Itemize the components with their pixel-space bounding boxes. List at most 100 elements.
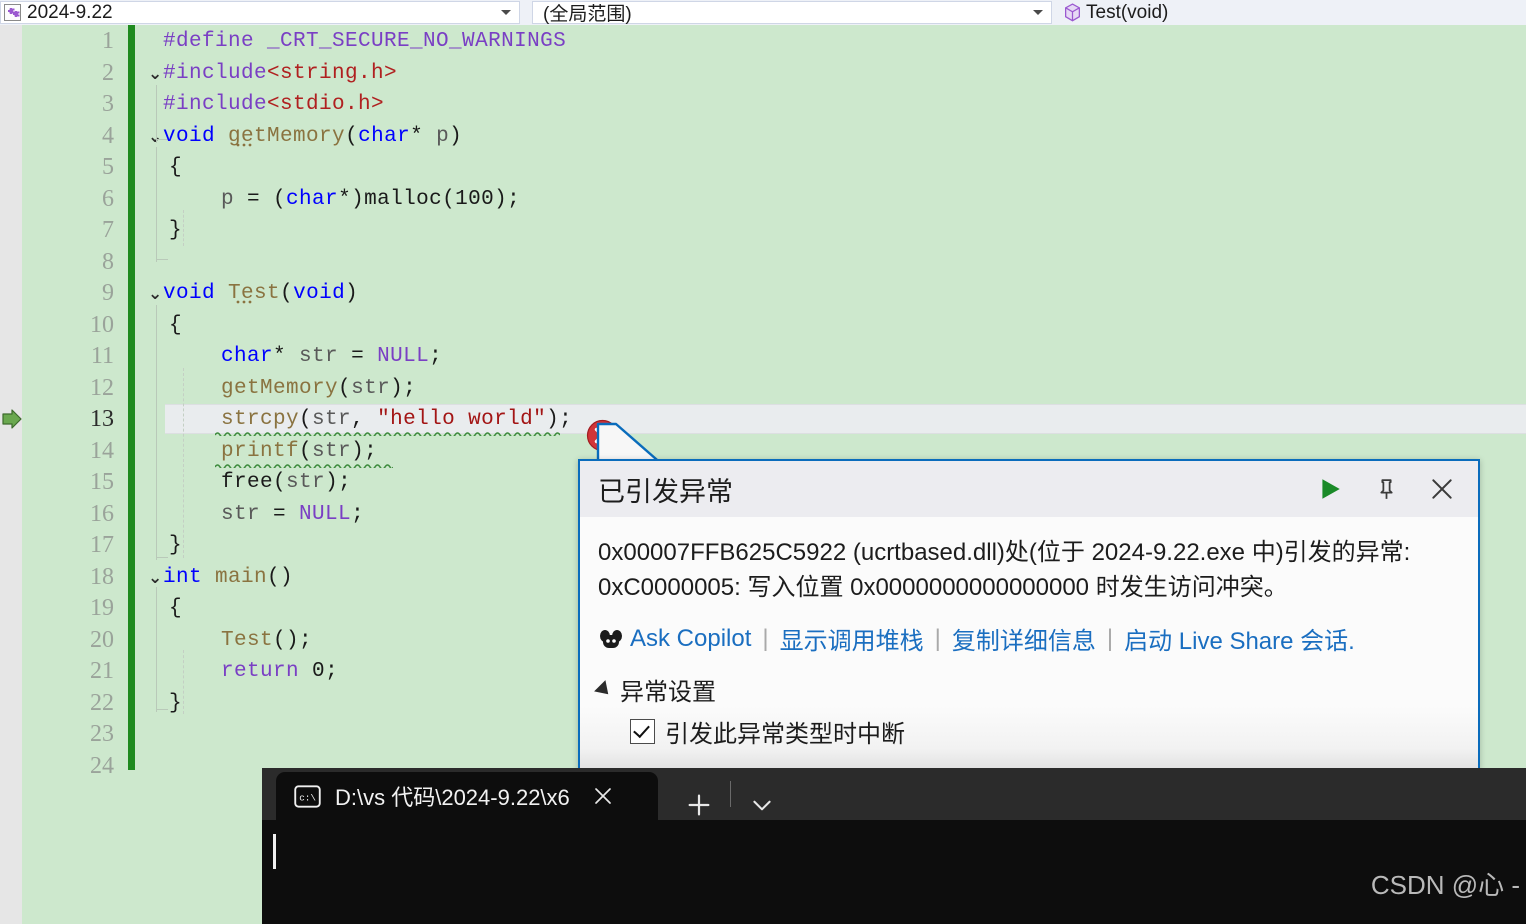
line-number: 8	[102, 249, 114, 275]
terminal-toolbar-divider	[730, 781, 731, 807]
line-number: 19	[90, 595, 114, 621]
line-number: 17	[90, 532, 114, 558]
code-line: free(str);	[221, 471, 352, 494]
cube-icon	[1065, 3, 1080, 22]
member-combo-label: Test(void)	[1086, 1, 1169, 23]
code-line: }	[169, 534, 183, 557]
triangle-collapse-icon	[594, 679, 614, 700]
code-line: return 0;	[221, 660, 339, 683]
terminal-panel[interactable]: c:\ D:\vs 代码\2024-9.22\x6 CSDN @心 -	[262, 768, 1526, 924]
chevron-down-icon[interactable]	[501, 10, 511, 15]
continue-button[interactable]	[1314, 473, 1346, 505]
scope-combo-label: (全局范围)	[543, 4, 632, 25]
warning-squiggle	[215, 464, 393, 468]
new-terminal-button[interactable]	[684, 790, 714, 820]
exception-dialog-title: 已引发异常	[598, 476, 733, 507]
line-number: 20	[90, 627, 114, 653]
line-number: 15	[90, 469, 114, 495]
code-line: char* str = NULL;	[221, 345, 443, 368]
code-line: getMemory(str);	[221, 377, 417, 400]
watermark: CSDN @心 -	[1370, 870, 1520, 900]
line-number: 21	[90, 658, 114, 684]
link-separator: |	[934, 624, 941, 652]
svg-text:c:\: c:\	[299, 792, 316, 803]
code-line: {	[169, 597, 183, 620]
code-line: Test();	[221, 629, 313, 652]
code-line: void getMemory(char* p)	[163, 125, 463, 148]
fold-guide	[156, 147, 157, 262]
close-button[interactable]	[1426, 473, 1458, 505]
terminal-output[interactable]	[262, 820, 1526, 924]
exception-settings-label: 异常设置	[620, 679, 716, 706]
line-number: 3	[102, 91, 114, 117]
quick-action-hint[interactable]	[235, 143, 261, 147]
terminal-cursor	[273, 834, 276, 869]
line-number: 12	[90, 375, 114, 401]
file-combo[interactable]: 2024-9.22	[0, 1, 520, 24]
file-combo-label: 2024-9.22	[27, 1, 113, 23]
plus-icon	[688, 794, 710, 816]
ask-copilot-link[interactable]: Ask Copilot	[630, 625, 751, 653]
fold-guide-end	[156, 259, 168, 260]
line-number: 11	[90, 343, 114, 369]
scope-combo[interactable]: (全局范围)	[532, 1, 1052, 25]
line-number: 4	[102, 123, 114, 149]
fold-guide	[156, 587, 157, 712]
close-icon	[1432, 479, 1452, 499]
line-number: 7	[102, 217, 114, 243]
editor-left-margin	[0, 25, 22, 924]
line-number: 22	[90, 690, 114, 716]
break-on-exception-row[interactable]: 引发此异常类型时中断	[630, 714, 1458, 749]
link-separator: |	[762, 624, 769, 652]
terminal-dropdown-button[interactable]	[747, 790, 777, 820]
terminal-tab[interactable]: c:\ D:\vs 代码\2024-9.22\x6	[276, 772, 658, 820]
pin-button[interactable]	[1370, 473, 1402, 505]
code-line: void Test(void)	[163, 282, 359, 305]
copilot-icon	[600, 629, 622, 648]
warning-squiggle	[215, 432, 560, 436]
changed-lines-bar	[128, 25, 135, 770]
code-line: }	[169, 219, 183, 242]
show-call-stack-link[interactable]: 显示调用堆栈	[780, 621, 924, 656]
break-on-exception-label: 引发此异常类型时中断	[665, 721, 905, 748]
code-line: #define _CRT_SECURE_NO_WARNINGS	[163, 30, 567, 53]
code-line: int main()	[163, 566, 294, 589]
exception-settings-section: 异常设置 引发此异常类型时中断	[594, 672, 1458, 749]
link-separator: |	[1106, 624, 1114, 652]
member-combo[interactable]: Test(void)	[1060, 1, 1526, 24]
code-line: #include<string.h>	[163, 62, 398, 85]
start-live-share-link[interactable]: 启动 Live Share 会话.	[1124, 621, 1355, 656]
close-icon	[594, 788, 611, 804]
line-number: 10	[90, 312, 114, 338]
terminal-tab-label: D:\vs 代码\2024-9.22\x6	[335, 785, 570, 810]
copy-details-link[interactable]: 复制详细信息	[952, 621, 1096, 656]
quick-action-hint[interactable]	[235, 300, 261, 304]
line-number: 1	[102, 28, 114, 54]
line-number: 23	[90, 721, 114, 747]
code-line: {	[169, 156, 183, 179]
line-number: 6	[102, 186, 114, 212]
console-icon: c:\	[294, 784, 321, 808]
line-number: 5	[102, 154, 114, 180]
chevron-down-icon	[753, 800, 771, 811]
fold-guide	[156, 305, 157, 560]
line-number-current: 13	[90, 406, 114, 432]
line-number: 2	[102, 60, 114, 86]
terminal-tab-bar: c:\ D:\vs 代码\2024-9.22\x6	[262, 768, 1526, 820]
code-line: #include<stdio.h>	[163, 93, 385, 116]
exception-dialog[interactable]: 已引发异常 0x00007FFB625C5922 (ucrtbased.dll)…	[578, 459, 1480, 780]
code-line: {	[169, 314, 183, 337]
fold-guide	[156, 85, 157, 143]
cpp-file-icon	[4, 4, 21, 21]
exception-message: 0x00007FFB625C5922 (ucrtbased.dll)处(位于 2…	[598, 539, 1411, 601]
exception-settings-toggle[interactable]: 异常设置	[594, 672, 1458, 707]
code-line: str = NULL;	[221, 503, 365, 526]
fold-guide-end	[156, 557, 168, 558]
code-line: p = (char*)malloc(100);	[221, 188, 521, 211]
break-on-exception-checkbox[interactable]	[630, 719, 655, 744]
line-number: 18	[90, 564, 114, 590]
exception-links: Ask Copilot | 显示调用堆栈 | 复制详细信息 | 启动 Live …	[598, 621, 1458, 656]
chevron-down-icon[interactable]	[1033, 10, 1043, 15]
line-number: 9	[102, 280, 114, 306]
terminal-tab-close-button[interactable]	[590, 783, 616, 809]
